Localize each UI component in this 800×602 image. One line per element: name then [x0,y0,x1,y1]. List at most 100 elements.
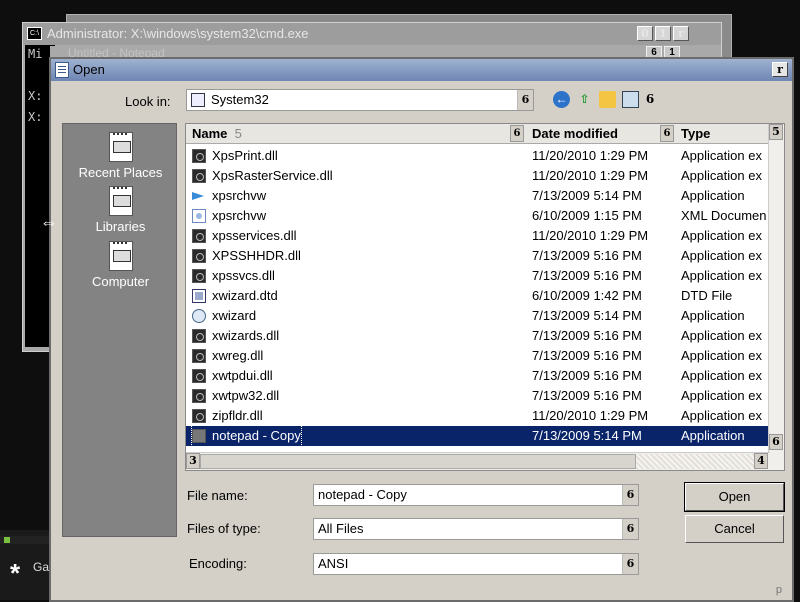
file-name: xwreg.dll [212,348,264,363]
file-row[interactable]: xpssvcs.dll 7/13/2009 5:16 PM Application … [186,266,770,286]
file-name: xwtpdui.dll [212,368,273,383]
file-name: xwtpw32.dll [212,388,280,403]
maximize-button[interactable]: 1 [655,26,671,41]
vertical-scrollbar[interactable]: 5 6 [768,124,784,470]
close-button[interactable]: r [772,62,788,77]
file-name: notepad - Copy [191,425,302,447]
column-date-header[interactable]: Date modified [532,124,618,144]
file-date: 7/13/2009 5:16 PM [532,248,642,263]
place-recent-places[interactable]: Recent Places [63,132,178,180]
file-date: 7/13/2009 5:16 PM [532,388,642,403]
file-row[interactable]: XPSSHHDR.dll 7/13/2009 5:16 PM Application… [186,246,770,266]
file-row[interactable]: xpsservices.dll 11/20/2010 1:29 PM Applica… [186,226,770,246]
file-type: Application ex [681,348,762,363]
file-row[interactable]: xpsrchvw 7/13/2009 5:14 PM Application [186,186,770,206]
close-button[interactable]: r [673,26,689,41]
scroll-left-arrow[interactable]: 3 [186,453,200,469]
chevron-down-icon[interactable]: 6 [622,554,638,574]
back-icon[interactable]: ← [553,91,570,108]
scroll-down-arrow[interactable]: 6 [769,434,783,450]
file-type: Application ex [681,228,762,243]
file-row[interactable]: XpsRasterService.dll 11/20/2010 1:29 PM Ap… [186,166,770,186]
file-row[interactable]: notepad - Copy 7/13/2009 5:14 PM Applicati… [186,425,770,447]
cmd-title-bar[interactable]: C:\ Administrator: X:\windows\system32\c… [23,23,721,45]
new-folder-icon[interactable] [599,91,616,108]
open-button[interactable]: Open [684,482,785,512]
look-in-label: Look in: [125,94,171,109]
chevron-down-icon[interactable]: 6 [622,519,638,539]
look-in-dropdown[interactable]: System32 6 [186,89,534,111]
scroll-right-arrow[interactable]: 4 [754,453,768,469]
file-type: Application [681,188,745,203]
file-name: XPSSHHDR.dll [212,248,301,263]
scroll-up-arrow[interactable]: 5 [769,124,783,140]
view-menu-icon[interactable] [622,91,639,108]
file-date: 11/20/2010 1:29 PM [532,228,649,243]
file-name: xwizards.dll [212,328,280,343]
files-of-type-label: Files of type: [187,521,261,536]
file-date: 11/20/2010 1:29 PM [532,408,649,423]
place-label: Libraries [95,219,146,234]
file-date: 7/13/2009 5:16 PM [532,368,642,383]
libraries-icon [108,186,133,216]
file-type: XML Documen [681,208,767,223]
open-dialog: Open r Look in: System32 6 ← ⇧ 6 Recent … [49,57,794,602]
folder-icon [191,93,205,107]
file-type: Application ex [681,388,762,403]
up-folder-icon[interactable]: ⇧ [576,91,593,108]
file-date: 7/13/2009 5:16 PM [532,328,642,343]
cancel-button[interactable]: Cancel [685,515,784,543]
file-type: Application [681,428,745,443]
file-date: 7/13/2009 5:16 PM [532,348,642,363]
file-name: xwizard.dtd [212,288,278,303]
file-row[interactable]: xwizards.dll 7/13/2009 5:16 PM Application… [186,326,770,346]
scroll-thumb[interactable] [200,454,636,469]
computer-icon [108,241,133,271]
file-row[interactable]: xwizard.dtd 6/10/2009 1:42 PM DTD File [186,286,770,306]
resize-grip-icon[interactable]: p [776,584,782,596]
file-type: Application ex [681,248,762,263]
file-name: xpsrchvw [212,188,267,203]
file-list[interactable]: Name 5 6 Date modified 6 Type XpsPrint.d… [185,123,785,471]
file-row[interactable]: xwtpw32.dll 7/13/2009 5:16 PM Application … [186,386,770,406]
notepad-icon [55,62,69,78]
column-name-header[interactable]: Name 5 [192,124,242,144]
file-type: Application ex [681,168,762,183]
date-filter-arrow[interactable]: 6 [660,125,674,142]
chevron-down-icon[interactable]: 6 [517,90,533,110]
cmd-icon: C:\ [27,27,42,40]
file-date: 7/13/2009 5:14 PM [532,428,642,443]
file-row[interactable]: xwreg.dll 7/13/2009 5:16 PM Application ex [186,346,770,366]
dialog-title-bar[interactable]: Open r [51,59,792,81]
look-in-value: System32 [211,92,269,107]
column-type-header[interactable]: Type [681,124,710,144]
star-icon: * [10,558,21,588]
file-name: xpsrchvw [212,208,267,223]
cmd-title: Administrator: X:\windows\system32\cmd.e… [47,26,309,41]
recent-places-icon [108,132,133,162]
taskbar-text: Ga [33,560,50,574]
file-row[interactable]: xwizard 7/13/2009 5:14 PM Application [186,306,770,326]
files-of-type-dropdown[interactable]: All Files 6 [313,518,639,540]
file-type: Application ex [681,368,762,383]
view-dropdown-icon[interactable]: 6 [645,91,655,108]
place-libraries[interactable]: Libraries [63,186,178,234]
minimize-button[interactable]: 0 [637,26,653,41]
file-name-label: File name: [187,488,248,503]
file-name-input[interactable]: notepad - Copy 6 [313,484,639,506]
file-row[interactable]: xpsrchvw 6/10/2009 1:15 PM XML Documen [186,206,770,226]
chevron-down-icon[interactable]: 6 [622,485,638,505]
place-computer[interactable]: Computer [63,241,178,289]
file-row[interactable]: zipfldr.dll 11/20/2010 1:29 PM Application… [186,406,770,426]
file-date: 6/10/2009 1:42 PM [532,288,642,303]
name-filter-arrow[interactable]: 6 [510,125,524,142]
file-row[interactable]: xwtpdui.dll 7/13/2009 5:16 PM Application … [186,366,770,386]
file-date: 7/13/2009 5:16 PM [532,268,642,283]
file-row[interactable]: XpsPrint.dll 11/20/2010 1:29 PM Applicatio… [186,146,770,166]
scroll-track[interactable] [636,454,754,469]
encoding-dropdown[interactable]: ANSI 6 [313,553,639,575]
file-date: 11/20/2010 1:29 PM [532,168,649,183]
horizontal-scrollbar[interactable]: 3 4 [186,452,770,470]
file-name: xpssvcs.dll [212,268,275,283]
place-label: Computer [91,274,150,289]
